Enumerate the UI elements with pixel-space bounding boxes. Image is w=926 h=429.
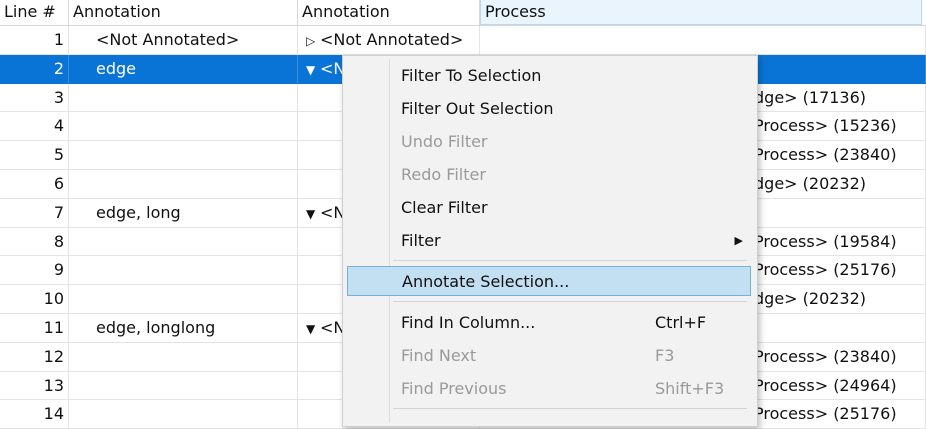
menu-item-shortcut: F3: [655, 346, 675, 365]
menu-item-find-previous[interactable]: Find Previous Shift+F3: [347, 374, 751, 404]
line-number: 2: [0, 54, 69, 83]
process-text: Process> (25176): [754, 260, 897, 280]
annotation-cell: [69, 169, 298, 198]
column-header-process[interactable]: Process: [480, 0, 922, 25]
collapse-triangle-icon[interactable]: ▼: [306, 315, 320, 342]
annotation-cell: [69, 342, 298, 371]
process-text: dge> (20232): [754, 289, 867, 309]
collapse-triangle-icon[interactable]: ▼: [306, 56, 320, 83]
line-number: 5: [0, 141, 69, 169]
submenu-arrow-icon: ▶: [734, 234, 743, 247]
menu-item-label: Filter: [401, 231, 441, 250]
line-number: 3: [0, 83, 69, 112]
menu-item-label: Filter Out Selection: [401, 99, 554, 118]
process-text: Process> (15236): [754, 116, 897, 136]
collapse-triangle-icon[interactable]: ▼: [306, 200, 320, 227]
annotation-cell: [69, 256, 298, 285]
table-header: Line # Annotation Annotation Process: [0, 0, 926, 26]
process-text: Process> (23840): [754, 145, 897, 165]
line-number: 12: [0, 342, 69, 371]
context-menu: Filter To Selection Filter Out Selection…: [342, 55, 758, 427]
annotation-cell: [69, 227, 298, 256]
expand-triangle-icon[interactable]: ▷: [306, 27, 320, 54]
annotation-cell: edge: [69, 54, 298, 83]
annotation-cell: edge, long: [69, 198, 298, 227]
process-text: Process> (25176): [754, 404, 897, 424]
line-number: 7: [0, 198, 69, 227]
line-number: 14: [0, 400, 69, 429]
line-number: 11: [0, 313, 69, 342]
annotation-cell: [69, 285, 298, 313]
line-number: 8: [0, 227, 69, 256]
column-header-annotation-2[interactable]: Annotation: [298, 0, 480, 25]
line-number: 4: [0, 112, 69, 141]
menu-item-find-in-column[interactable]: Find In Column... Ctrl+F: [347, 308, 751, 338]
menu-item-shortcut: Ctrl+F: [655, 313, 707, 332]
menu-item-find-next[interactable]: Find Next F3: [347, 341, 751, 371]
menu-item-label: Find Next: [401, 346, 477, 365]
process-cell: [480, 26, 926, 54]
menu-separator: [393, 301, 747, 302]
menu-item-filter-to-selection[interactable]: Filter To Selection: [347, 61, 751, 91]
menu-item-label: Filter To Selection: [401, 66, 542, 85]
line-number: 13: [0, 371, 69, 400]
menu-separator: [393, 408, 747, 409]
line-number: 10: [0, 285, 69, 313]
menu-item-clear-filter[interactable]: Clear Filter: [347, 193, 751, 223]
annotation-cell: [69, 400, 298, 429]
menu-item-undo-filter[interactable]: Undo Filter: [347, 127, 751, 157]
process-text: Process> (24964): [754, 375, 897, 395]
menu-item-redo-filter[interactable]: Redo Filter: [347, 160, 751, 190]
annotation-cell: [69, 371, 298, 400]
column-header-line[interactable]: Line #: [0, 0, 69, 25]
menu-item-label: Find In Column...: [401, 313, 536, 332]
process-text: dge> (20232): [754, 173, 867, 193]
table-row[interactable]: 1 <Not Annotated> ▷ <Not Annotated>: [0, 26, 926, 55]
column-header-annotation[interactable]: Annotation: [69, 0, 298, 25]
menu-item-filter-out-selection[interactable]: Filter Out Selection: [347, 94, 751, 124]
menu-item-filter-submenu[interactable]: Filter ▶: [347, 226, 751, 256]
annotation-cell: [69, 83, 298, 112]
process-text: Process> (19584): [754, 231, 897, 251]
line-number: 1: [0, 26, 69, 54]
menu-item-label: Undo Filter: [401, 132, 488, 151]
annotation-2-text: <Not Annotated>: [320, 30, 464, 49]
menu-item-annotate-selection[interactable]: Annotate Selection...: [347, 266, 751, 296]
menu-item-shortcut: Shift+F3: [655, 379, 725, 398]
annotation-cell: <Not Annotated>: [69, 26, 298, 54]
menu-item-label: Clear Filter: [401, 198, 488, 217]
process-text: Process> (23840): [754, 346, 897, 366]
menu-item-label: Annotate Selection...: [402, 272, 570, 291]
annotation-2-cell: ▷ <Not Annotated>: [298, 26, 480, 54]
process-text: dge> (17136): [754, 87, 867, 107]
annotation-cell: [69, 141, 298, 169]
annotation-cell: [69, 112, 298, 141]
line-number: 9: [0, 256, 69, 285]
menu-item-label: Redo Filter: [401, 165, 486, 184]
menu-item-label: Find Previous: [401, 379, 507, 398]
line-number: 6: [0, 169, 69, 198]
menu-separator: [393, 260, 747, 261]
annotation-cell: edge, longlong: [69, 313, 298, 342]
